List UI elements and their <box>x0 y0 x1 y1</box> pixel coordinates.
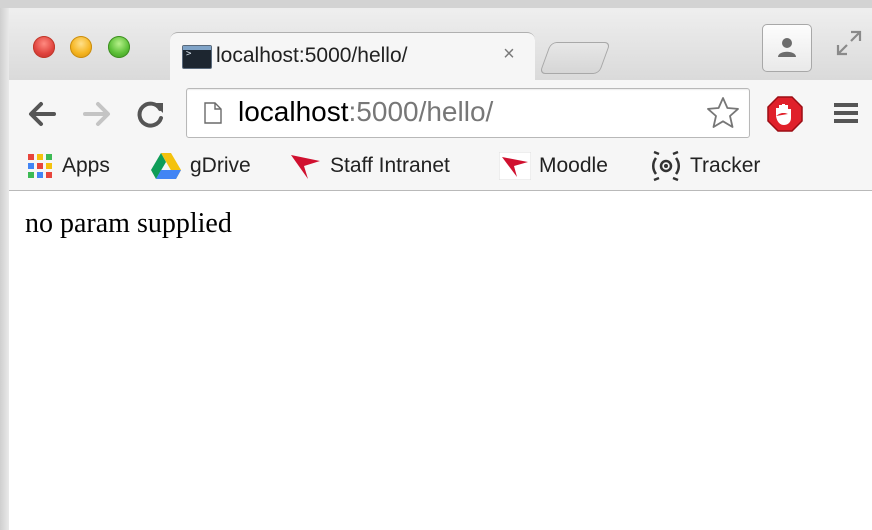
bookmark-moodle[interactable]: Moodle <box>499 150 608 182</box>
tab-close-icon[interactable]: × <box>497 42 521 66</box>
bookmark-apps[interactable]: Apps <box>26 150 110 182</box>
tab-title: localhost:5000/hello/ <box>216 44 408 67</box>
bookmark-label: Tracker <box>690 154 761 177</box>
page-body-text: no param supplied <box>25 208 232 239</box>
forward-arrow-icon[interactable] <box>79 96 115 132</box>
reload-icon[interactable] <box>133 96 169 132</box>
page-content <box>9 191 872 530</box>
new-tab-button[interactable] <box>539 42 611 74</box>
bookmark-label: Staff Intranet <box>330 154 450 177</box>
close-window-button[interactable] <box>33 36 55 58</box>
terminal-favicon-icon <box>182 45 212 69</box>
bookmark-gdrive[interactable]: gDrive <box>150 150 251 182</box>
url-path: :5000/hello/ <box>348 96 494 127</box>
google-drive-icon <box>151 153 181 179</box>
red-flag-icon <box>291 155 320 179</box>
adblock-stop-icon[interactable] <box>767 96 803 132</box>
bookmark-label: Apps <box>62 154 110 177</box>
tracker-icon <box>652 150 680 182</box>
person-icon <box>778 38 796 57</box>
bookmark-label: gDrive <box>190 154 251 177</box>
moodle-flag-icon <box>499 152 531 180</box>
zoom-window-button[interactable] <box>108 36 130 58</box>
hamburger-menu-icon[interactable] <box>834 102 858 124</box>
fullscreen-icon[interactable] <box>834 28 864 58</box>
bookmark-staff-intranet[interactable]: Staff Intranet <box>290 150 450 182</box>
url-host: localhost <box>238 96 349 127</box>
bookmark-star-icon[interactable] <box>706 96 740 130</box>
profile-button[interactable] <box>762 24 812 72</box>
back-arrow-icon[interactable] <box>24 96 60 132</box>
apps-grid-icon <box>28 154 52 178</box>
minimize-window-button[interactable] <box>70 36 92 58</box>
url-text[interactable]: localhost:5000/hello/ <box>238 96 493 128</box>
page-document-icon <box>204 102 222 124</box>
browser-window: localhost:5000/hello/ × localhost:5000/h… <box>0 0 872 530</box>
bookmark-label: Moodle <box>539 154 608 177</box>
bookmark-tracker[interactable]: Tracker <box>650 150 760 182</box>
